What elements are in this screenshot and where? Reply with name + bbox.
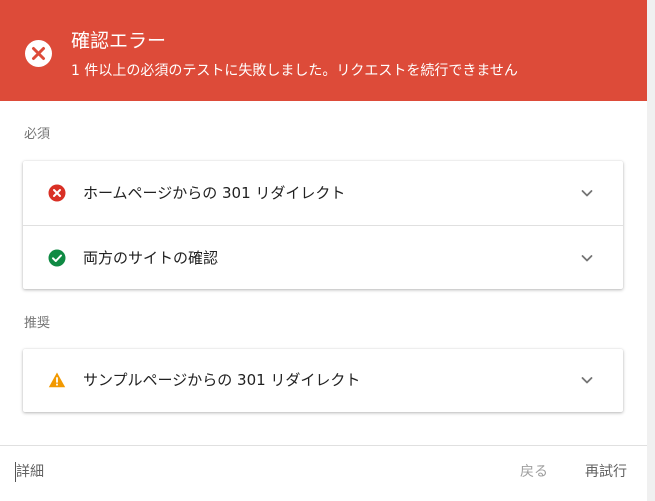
test-label: サンプルページからの 301 リダイレクト	[83, 371, 361, 389]
footer-divider	[0, 445, 647, 446]
dialog-subtitle: 1 件以上の必須のテストに失敗しました。リクエストを続行できません	[71, 63, 518, 79]
test-row-site-verification[interactable]: 両方のサイトの確認	[23, 225, 623, 290]
required-tests-card: ホームページからの 301 リダイレクト 両方のサイトの確認	[23, 161, 623, 289]
error-icon	[48, 184, 66, 202]
chevron-down-icon[interactable]	[579, 372, 595, 388]
chevron-down-icon[interactable]	[579, 185, 595, 201]
test-label: 両方のサイトの確認	[83, 249, 219, 267]
verification-error-dialog: 確認エラー 1 件以上の必須のテストに失敗しました。リクエストを続行できません …	[0, 0, 647, 501]
section-label-recommended: 推奨	[24, 316, 51, 331]
dialog-title: 確認エラー	[71, 30, 167, 52]
error-header: 確認エラー 1 件以上の必須のテストに失敗しました。リクエストを続行できません	[0, 0, 647, 101]
retry-button[interactable]: 再試行	[585, 462, 627, 482]
test-label: ホームページからの 301 リダイレクト	[83, 184, 346, 202]
test-row-sample-page-redirect[interactable]: サンプルページからの 301 リダイレクト	[23, 349, 623, 412]
test-row-homepage-redirect[interactable]: ホームページからの 301 リダイレクト	[23, 161, 623, 225]
details-link[interactable]: 詳細	[15, 462, 44, 482]
background-strip	[647, 0, 655, 501]
back-button[interactable]: 戻る	[520, 462, 548, 482]
recommended-tests-card: サンプルページからの 301 リダイレクト	[23, 349, 623, 412]
chevron-down-icon[interactable]	[579, 250, 595, 266]
check-circle-icon	[48, 249, 66, 267]
close-circle-icon	[25, 40, 52, 67]
section-label-required: 必須	[24, 127, 51, 142]
warning-icon	[48, 371, 66, 389]
